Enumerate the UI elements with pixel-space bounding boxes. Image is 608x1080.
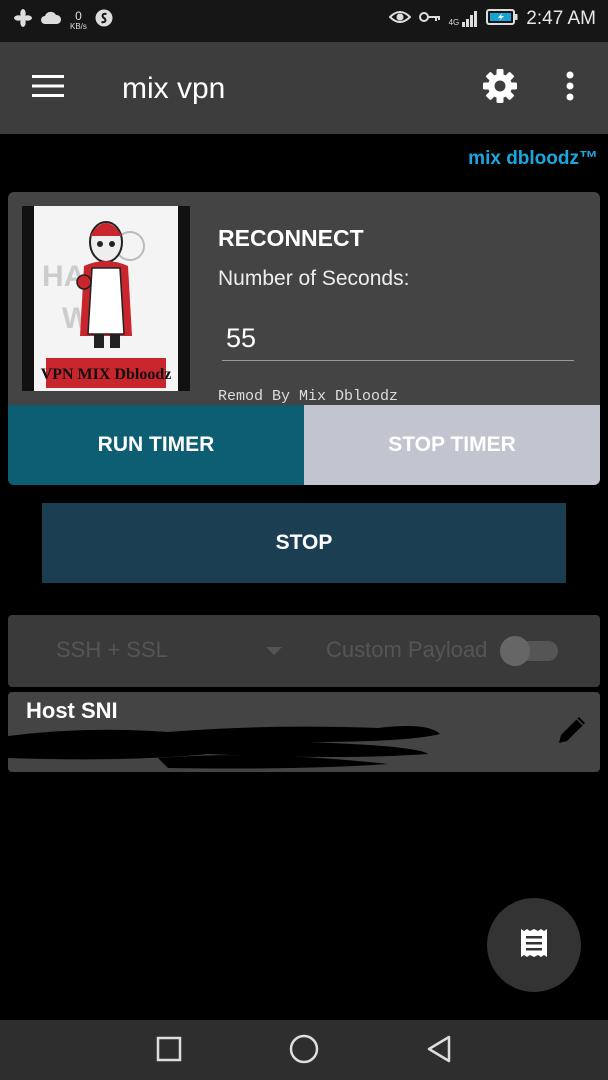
home-button[interactable] bbox=[287, 1034, 321, 1068]
vpn-status-icon bbox=[95, 9, 113, 32]
clock: 2:47 AM bbox=[526, 8, 596, 29]
logo-text: VPN MIX Dbloodz bbox=[41, 366, 172, 383]
recent-apps-icon bbox=[156, 1036, 182, 1067]
menu-button[interactable] bbox=[24, 64, 72, 112]
network-speed: 0 KB/s bbox=[70, 10, 87, 31]
battery-icon bbox=[486, 8, 518, 30]
stop-timer-button[interactable]: STOP TIMER bbox=[304, 405, 600, 485]
eye-icon bbox=[388, 9, 412, 30]
network-type: 4G bbox=[448, 18, 460, 27]
log-fab-button[interactable] bbox=[487, 898, 581, 992]
logo-image: HA WEN VPN MIX Dbloodz bbox=[34, 206, 178, 391]
connection-mode-row: SSH + SSL Custom Payload bbox=[8, 615, 600, 687]
status-bar: 0 KB/s 4G 2:47 AM bbox=[0, 0, 608, 42]
dropdown-arrow-icon bbox=[266, 647, 282, 655]
key-icon bbox=[418, 10, 441, 29]
network-speed-value: 0 bbox=[75, 9, 82, 23]
host-sni-value-redacted[interactable] bbox=[8, 720, 478, 772]
brand-label: mix dbloodz™ bbox=[468, 148, 598, 169]
toggle-knob bbox=[500, 636, 530, 666]
mode-select-value: SSH + SSL bbox=[56, 637, 168, 662]
back-button[interactable] bbox=[422, 1034, 456, 1068]
reconnect-card: HA WEN VPN MIX Dbloodz RECONNECT Number … bbox=[8, 192, 600, 485]
back-icon bbox=[425, 1034, 453, 1069]
seconds-label: Number of Seconds: bbox=[218, 267, 410, 290]
signal-icon: 4G bbox=[449, 11, 479, 27]
network-speed-unit: KB/s bbox=[70, 22, 87, 31]
more-options-button[interactable] bbox=[546, 64, 594, 112]
host-sni-card: Host SNI bbox=[8, 692, 600, 772]
app-logo: HA WEN VPN MIX Dbloodz bbox=[22, 206, 190, 391]
more-vert-icon bbox=[566, 71, 574, 106]
home-icon bbox=[289, 1034, 319, 1069]
log-icon bbox=[518, 927, 550, 964]
menu-icon bbox=[32, 74, 64, 103]
navigation-bar bbox=[0, 1020, 608, 1080]
remod-credit: Remod By Mix Dbloodz bbox=[218, 388, 399, 405]
cloud-icon bbox=[40, 10, 62, 31]
edit-host-button[interactable] bbox=[552, 712, 592, 752]
app-title: mix vpn bbox=[122, 72, 226, 105]
seconds-input[interactable] bbox=[222, 316, 574, 361]
settings-icon bbox=[482, 68, 518, 109]
recent-apps-button[interactable] bbox=[152, 1034, 186, 1068]
stop-button[interactable]: STOP bbox=[42, 503, 566, 583]
run-timer-button[interactable]: RUN TIMER bbox=[8, 405, 304, 485]
custom-payload-label: Custom Payload bbox=[326, 637, 488, 662]
reconnect-title: RECONNECT bbox=[218, 225, 364, 251]
fan-icon bbox=[14, 9, 32, 32]
pencil-icon bbox=[555, 713, 589, 752]
settings-button[interactable] bbox=[476, 64, 524, 112]
app-toolbar: mix vpn bbox=[0, 42, 608, 134]
